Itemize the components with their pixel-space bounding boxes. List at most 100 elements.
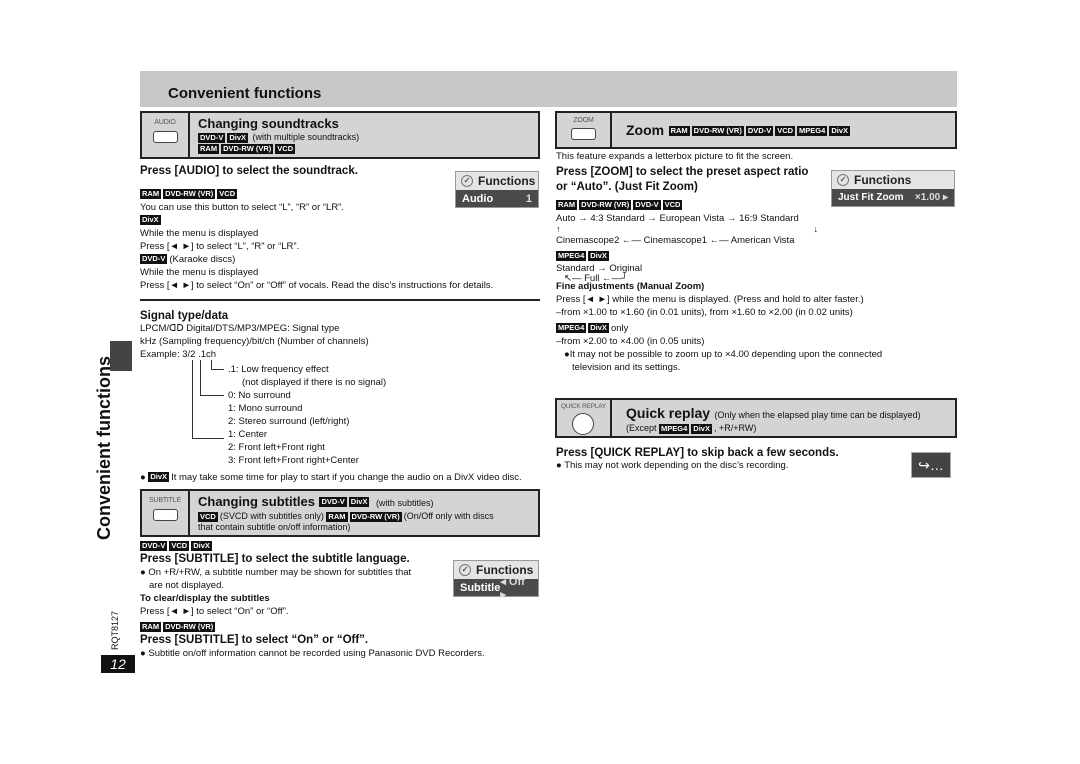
text-line: (Karaoke discs)	[169, 254, 236, 265]
disc-tag: DVD-RW (VR)	[579, 200, 632, 211]
soundtracks-details: RAM DVD-RW (VR) VCD You can use this butto…	[140, 188, 530, 292]
disc-tag: DivX	[227, 132, 249, 143]
subtitle-button-illustration: SUBTITLE	[142, 491, 190, 535]
zoom-button-illustration: ZOOM	[557, 113, 612, 147]
disc-tag: DivX	[588, 251, 609, 262]
disc-tag: DVD-RW (VR)	[163, 189, 216, 200]
text-line: Subtitle on/off information cannot be re…	[148, 648, 485, 659]
zoom-title: Zoom	[626, 122, 665, 138]
page-title: Convenient functions	[168, 85, 322, 102]
signal-item: 0: No surround	[228, 390, 291, 401]
text-line: On +R/+RW, a subtitle number may be show…	[148, 567, 412, 578]
divider	[140, 299, 540, 301]
signal-items: .1: Low frequency effect (not displayed …	[228, 363, 386, 467]
text-line: It may not be possible to zoom up to ×4.…	[569, 349, 883, 360]
disc-tag: RAM	[140, 622, 162, 633]
text-line: are not displayed.	[149, 580, 224, 591]
osd-value: ◂ Off ▸	[500, 575, 525, 601]
header-band: Convenient functions	[140, 71, 957, 107]
osd-label: Subtitle	[460, 581, 501, 594]
disc-tag: DivX	[348, 496, 370, 507]
disc-tag: DVD-V	[198, 132, 226, 143]
quick-replay-icon: ↪…	[911, 452, 951, 478]
disc-tag: RAM	[556, 200, 578, 211]
disc-tag: VCD	[662, 200, 683, 211]
text-line: Press [◄ ►] to select “On” or “Off”.	[140, 606, 289, 617]
text-line: Press [◄ ►] while the menu is displayed.…	[556, 294, 864, 305]
diagram-line	[211, 360, 224, 370]
disc-tag: MPEG4	[556, 251, 587, 262]
disc-tag: RAM	[140, 189, 162, 200]
disc-tag: VCD	[198, 511, 218, 522]
zoom-press-heading: Press [ZOOM] to select the preset aspect…	[556, 165, 808, 195]
subtitles-header-box: SUBTITLE Changing subtitles DVD-V DivX (w…	[140, 489, 540, 537]
disc-tag: RAM	[198, 144, 220, 155]
zoom-button-icon	[571, 128, 596, 140]
text-line: television and its settings.	[572, 362, 681, 373]
quick-replay-button-illustration: QUICK REPLAY	[557, 400, 612, 436]
subtitle-button-label: SUBTITLE	[149, 497, 181, 504]
disc-tag: DVD-RW (VR)	[691, 125, 744, 136]
quick-replay-press-heading: Press [QUICK REPLAY] to skip back a few …	[556, 447, 839, 459]
disc-tag: DivX	[691, 423, 712, 434]
disc-tag: VCD	[217, 189, 238, 200]
zoom-sequence: RAM DVD-RW (VR) DVD-V VCD Auto → 4:3 Standa…	[556, 199, 846, 284]
signal-item: 1: Center	[228, 429, 268, 440]
page-number: 12	[101, 655, 135, 673]
disc-tag: MPEG4	[659, 423, 690, 434]
side-title: Convenient functions	[94, 356, 114, 540]
disc-tag: DivX	[588, 323, 609, 334]
signal-title: Signal type/data	[140, 310, 229, 322]
soundtracks-title: Changing soundtracks	[198, 116, 339, 131]
text-line: or “Auto”. (Just Fit Zoom)	[556, 181, 698, 193]
subtitle-language-block: DVD-V VCD DivX Press [SUBTITLE] to select …	[140, 540, 440, 618]
soundtracks-press-heading: Press [AUDIO] to select the soundtrack.	[140, 165, 358, 177]
text-line: Press [◄ ►] to select “L”, “R” or “LR”.	[140, 241, 300, 252]
disc-tag: DVD-RW (VR)	[221, 144, 274, 155]
text-line: Press [ZOOM] to select the preset aspect…	[556, 166, 809, 178]
disc-tag: DVD-V	[319, 496, 347, 507]
text-line: (Except	[626, 423, 657, 433]
text-line: You can use this button to select “L”, “…	[140, 202, 344, 213]
disc-tag: DVD-V	[633, 200, 661, 211]
subtitle-button-icon	[153, 509, 178, 521]
disc-tag: DVD-V	[745, 125, 774, 136]
zoom-sequence-line: Cinemascope2 ←— Cinemascope1 ←— American…	[556, 235, 795, 246]
subtitle-onoff-block: RAM DVD-RW (VR) Press [SUBTITLE] to selec…	[140, 621, 540, 660]
zoom-fine-adjust: Fine adjustments (Manual Zoom) Press [◄ …	[556, 280, 956, 374]
signal-item: (not displayed if there is no signal)	[242, 377, 387, 388]
audio-button-label: AUDIO	[154, 119, 176, 126]
soundtracks-header-box: AUDIO Changing soundtracks DVD-V DivX (wi…	[140, 111, 540, 159]
quick-replay-instructions: Press [QUICK REPLAY] to skip back a few …	[556, 447, 906, 472]
text-line: While the menu is displayed	[140, 267, 259, 278]
text-line: (SVCD with subtitles only)	[219, 511, 324, 521]
osd-label: Just Fit Zoom	[838, 192, 904, 203]
zoom-intro: This feature expands a letterbox picture…	[556, 151, 794, 162]
osd-header: Functions	[854, 173, 912, 187]
quick-replay-button-icon	[572, 413, 594, 435]
check-icon: ✓	[459, 564, 471, 576]
signal-item: 2: Front left+Front right	[228, 442, 325, 453]
disc-tag: DVD-RW (VR)	[349, 511, 402, 522]
disc-tag: MPEG4	[556, 323, 587, 334]
disc-tag: DVD-RW (VR)	[163, 622, 216, 633]
text-line: (Only when the elapsed play time can be …	[714, 410, 921, 420]
signal-item: 1: Mono surround	[228, 403, 303, 414]
text-line: –from ×2.00 to ×4.00 (in 0.05 units)	[556, 336, 705, 347]
disc-tag: MPEG4	[797, 125, 828, 136]
disc-tag: DivX	[829, 125, 850, 136]
signal-note: ● DivX It may take some time for play to …	[140, 472, 522, 483]
text-line: Press [◄ ►] to select “On” or “Off” of v…	[140, 280, 494, 291]
zoom-osd: ✓ Functions Just Fit Zoom ×1.00 ▸	[831, 170, 955, 207]
quick-replay-title: Quick replay	[626, 405, 711, 421]
disc-tag: DVD-V	[140, 541, 168, 552]
audio-button-illustration: AUDIO	[142, 113, 190, 157]
text-line: LPCM/ᗡᗞ Digital/DTS/MP3/MPEG: Signal typ…	[140, 323, 340, 334]
text-line: It may take some time for play to start …	[171, 472, 522, 483]
disc-tag: DivX	[148, 472, 170, 483]
fine-adjust-title: Fine adjustments (Manual Zoom)	[556, 281, 705, 292]
subtitle-osd: ✓ Functions Subtitle ◂ Off ▸	[453, 560, 539, 601]
text-line: that contain subtitle on/off information…	[198, 521, 351, 532]
subtitle-press-heading: Press [SUBTITLE] to select the subtitle …	[140, 553, 410, 565]
arrow-up-icon: ↑	[556, 224, 561, 234]
